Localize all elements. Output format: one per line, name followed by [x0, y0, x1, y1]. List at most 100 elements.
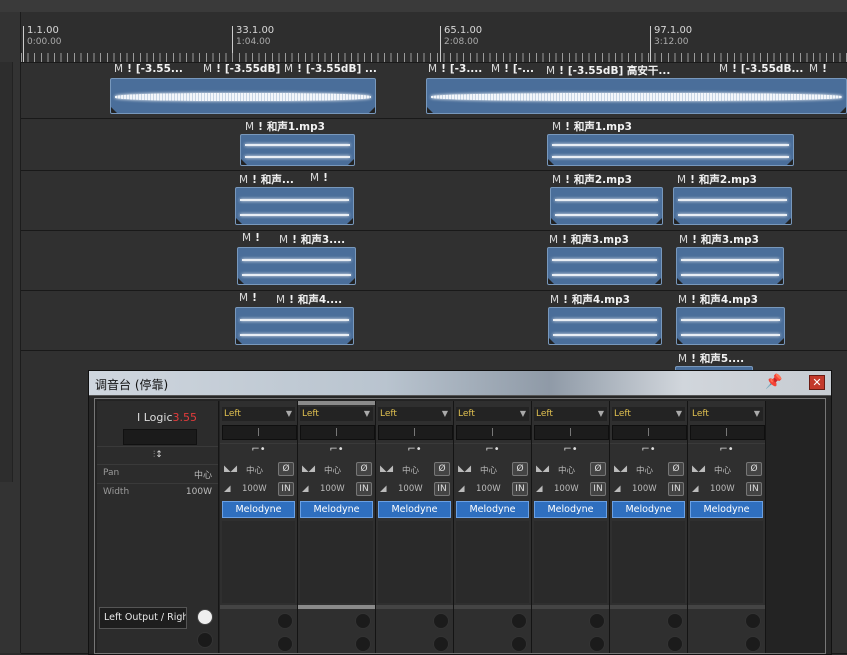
phase-invert-button[interactable]: Ø: [668, 462, 684, 476]
clip-header[interactable]: M! 和声5....: [678, 351, 744, 366]
send-knob[interactable]: [667, 613, 683, 629]
pan-value[interactable]: 中心: [714, 464, 731, 476]
send-knob[interactable]: [433, 613, 449, 629]
channel-strip[interactable]: Left ▼ ⌐• ◣◢ 中心 Ø ◢ 100W IN Melodyne: [610, 401, 688, 653]
track-lane-2[interactable]: M! 和声1.mp3 M! 和声1.mp3: [21, 119, 847, 171]
routing-icon[interactable]: ⌐•: [610, 443, 687, 460]
input-selector[interactable]: Left ▼: [456, 407, 529, 421]
pan-value[interactable]: 中心: [558, 464, 575, 476]
width-mode-icon[interactable]: ◢: [692, 484, 699, 494]
send-knob[interactable]: [745, 613, 761, 629]
pan-value[interactable]: 中心: [402, 464, 419, 476]
input-monitor-button[interactable]: IN: [746, 482, 762, 496]
phase-invert-button[interactable]: Ø: [590, 462, 606, 476]
clip-header[interactable]: M! 和声2.mp3: [552, 172, 632, 187]
width-control[interactable]: ◢ 100W IN: [610, 481, 687, 499]
clip-header[interactable]: M! [-3.55dB] 高安干...: [546, 63, 670, 78]
routing-icon[interactable]: ⌐•: [298, 443, 375, 460]
audio-clip[interactable]: [426, 78, 847, 114]
clip-header[interactable]: M! [-3.55dB]: [203, 63, 280, 75]
plugin-slot-melodyne[interactable]: Melodyne: [612, 501, 685, 518]
audio-clip[interactable]: [673, 187, 792, 225]
audio-clip[interactable]: [676, 247, 784, 285]
clip-header[interactable]: M! 和声4....: [276, 292, 342, 307]
plugin-slot-melodyne[interactable]: Melodyne: [690, 501, 763, 518]
pan-mode-icon[interactable]: ◣◢: [380, 464, 393, 474]
channel-fader[interactable]: [378, 425, 453, 440]
clip-header[interactable]: M! 和声4.mp3: [678, 292, 758, 307]
send-knob[interactable]: [355, 636, 371, 652]
empty-fx-slots[interactable]: [222, 521, 295, 603]
width-control[interactable]: ◢ 100W IN: [688, 481, 765, 499]
send-knob[interactable]: [511, 636, 527, 652]
mixer-window[interactable]: 调音台 (停靠) 📌 ✕ I Logic3.55 ⫶↕ Pan 中心 Width 1…: [88, 370, 832, 655]
send-knob[interactable]: [433, 636, 449, 652]
track-lane-4[interactable]: M! M! 和声3.... M! 和声3.mp3 M! 和声3.mp3: [21, 231, 847, 291]
phase-invert-button[interactable]: Ø: [278, 462, 294, 476]
channel-fader[interactable]: [456, 425, 531, 440]
empty-fx-slots[interactable]: [690, 521, 763, 603]
channel-strip[interactable]: Left ▼ ⌐• ◣◢ 中心 Ø ◢ 100W IN Melodyne: [454, 401, 532, 653]
send-knob[interactable]: [745, 636, 761, 652]
empty-fx-slots[interactable]: [456, 521, 529, 603]
pan-control[interactable]: ◣◢ 中心 Ø: [220, 461, 297, 479]
phase-invert-button[interactable]: Ø: [512, 462, 528, 476]
phase-invert-button[interactable]: Ø: [434, 462, 450, 476]
audio-clip[interactable]: [547, 134, 794, 166]
clip-header[interactable]: M! [-3.55...: [114, 63, 183, 75]
audio-clip[interactable]: [676, 307, 785, 345]
plugin-slot-melodyne[interactable]: Melodyne: [300, 501, 373, 518]
width-value[interactable]: 100W: [710, 484, 735, 494]
pan-control[interactable]: ◣◢ 中心 Ø: [298, 461, 375, 479]
mixer-title-bar[interactable]: 调音台 (停靠) 📌 ✕: [89, 371, 831, 396]
pan-control[interactable]: ◣◢ 中心 Ø: [610, 461, 687, 479]
input-monitor-button[interactable]: IN: [434, 482, 450, 496]
input-selector[interactable]: Left ▼: [534, 407, 607, 421]
plugin-slot-melodyne[interactable]: Melodyne: [222, 501, 295, 518]
width-control[interactable]: ◢ 100W IN: [298, 481, 375, 499]
empty-fx-slots[interactable]: [300, 521, 373, 603]
input-selector[interactable]: Left ▼: [222, 407, 295, 421]
width-mode-icon[interactable]: ◢: [380, 484, 387, 494]
width-value[interactable]: 100W: [242, 484, 267, 494]
clip-header[interactable]: M! 和声3.mp3: [679, 232, 759, 247]
pan-mode-icon[interactable]: ◣◢: [692, 464, 705, 474]
width-mode-icon[interactable]: ◢: [302, 484, 309, 494]
output-knob-2[interactable]: [197, 632, 213, 648]
input-selector[interactable]: Left ▼: [612, 407, 685, 421]
pan-control[interactable]: ◣◢ 中心 Ø: [688, 461, 765, 479]
audio-clip[interactable]: [547, 247, 662, 285]
input-monitor-button[interactable]: IN: [512, 482, 528, 496]
clip-header[interactable]: M! 和声4.mp3: [550, 292, 630, 307]
routing-icon[interactable]: ⌐•: [376, 443, 453, 460]
width-control[interactable]: ◢ 100W IN: [532, 481, 609, 499]
width-value[interactable]: 100W: [476, 484, 501, 494]
channel-strip[interactable]: Left ▼ ⌐• ◣◢ 中心 Ø ◢ 100W IN Melodyne: [220, 401, 298, 653]
track-lane-3[interactable]: M! 和声... M! M! 和声2.mp3 M! 和声2.mp3: [21, 171, 847, 231]
empty-fx-slots[interactable]: [534, 521, 607, 603]
pan-control[interactable]: ◣◢ 中心 Ø: [532, 461, 609, 479]
clip-header[interactable]: M!: [239, 292, 261, 304]
routing-icon[interactable]: ⌐•: [532, 443, 609, 460]
pan-value[interactable]: 中心: [246, 464, 263, 476]
input-selector[interactable]: Left ▼: [690, 407, 763, 421]
width-mode-icon[interactable]: ◢: [224, 484, 231, 494]
phase-invert-button[interactable]: Ø: [356, 462, 372, 476]
audio-clip[interactable]: [235, 187, 354, 225]
input-monitor-button[interactable]: IN: [356, 482, 372, 496]
send-knob[interactable]: [355, 613, 371, 629]
pan-control[interactable]: ◣◢ 中心 Ø: [454, 461, 531, 479]
send-knob[interactable]: [589, 613, 605, 629]
send-knob[interactable]: [277, 636, 293, 652]
channel-fader[interactable]: [222, 425, 297, 440]
clip-header[interactable]: M! [-3.55dB...: [719, 63, 803, 75]
width-control[interactable]: ◢ 100W IN: [376, 481, 453, 499]
output-selector[interactable]: Left Output / Righ: [99, 607, 187, 629]
plugin-slot-melodyne[interactable]: Melodyne: [456, 501, 529, 518]
width-value[interactable]: 100W: [320, 484, 345, 494]
clip-header[interactable]: M! [-3....: [428, 63, 482, 75]
audio-clip[interactable]: [550, 187, 663, 225]
input-selector[interactable]: Left ▼: [378, 407, 451, 421]
pan-mode-icon[interactable]: ◣◢: [614, 464, 627, 474]
pan-mode-icon[interactable]: ◣◢: [224, 464, 237, 474]
